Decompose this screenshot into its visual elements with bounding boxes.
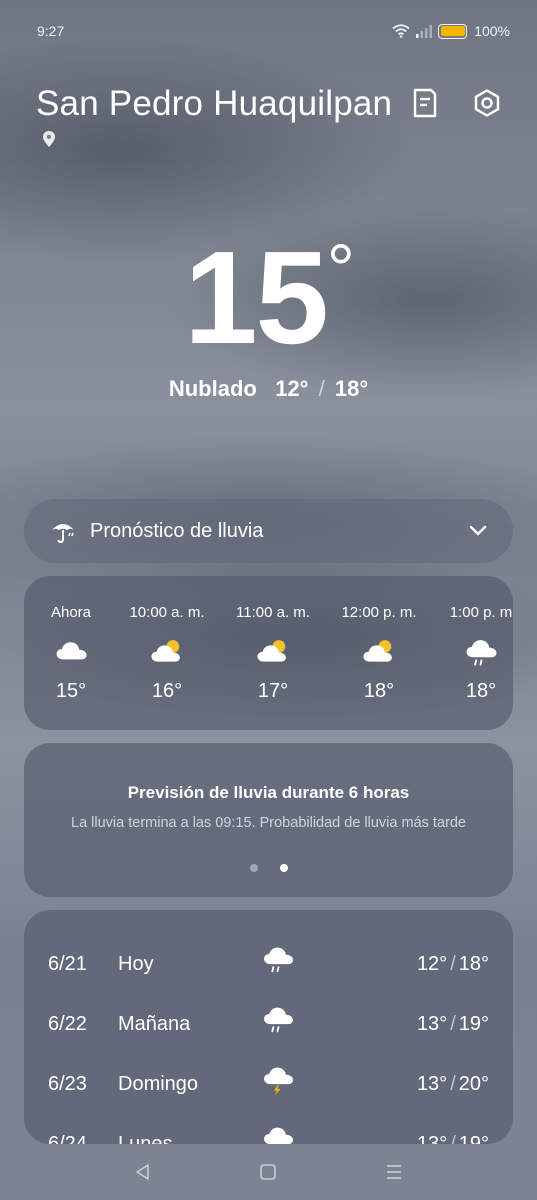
thunderstorm-icon <box>262 1065 294 1102</box>
day-low: 13° <box>416 1013 448 1035</box>
degree-symbol: ° <box>326 230 355 308</box>
battery-percent: 100% <box>474 23 510 39</box>
temp-separator: / <box>450 1073 456 1095</box>
current-temp-value: 15 <box>184 224 329 371</box>
daily-row[interactable]: 6/23 Domingo 13°/20° <box>24 1065 513 1105</box>
recents-icon[interactable] <box>385 1163 403 1181</box>
hour-time: 1:00 p. m <box>449 604 513 621</box>
hour-time: 11:00 a. m. <box>236 604 310 621</box>
current-temperature: 15° <box>0 232 537 364</box>
page-dot-2[interactable] <box>279 864 288 872</box>
hour-time: Ahora <box>50 604 92 621</box>
signal-icon <box>416 25 433 38</box>
rain-cloud-icon <box>262 1005 294 1042</box>
partly-cloudy-icon <box>122 638 212 670</box>
day-high: 20° <box>458 1073 489 1095</box>
hour-temp: 17° <box>257 680 289 702</box>
hourly-forecast-card[interactable]: Ahora 15° 10:00 a. m. 16° 11:00 a. m. 17° 12:0… <box>24 576 513 730</box>
city-name[interactable]: San Pedro Huaquilpan <box>36 84 392 124</box>
location-pin-icon <box>43 131 55 147</box>
daily-forecast-card[interactable]: 6/21 Hoy 12°/18° 6/22 Mañana 13°/19° 6/23 Domin… <box>24 910 513 1144</box>
day-high: 19° <box>458 1013 489 1035</box>
rain-forecast-label: Pronóstico de lluvia <box>90 519 264 542</box>
settings-button[interactable] <box>470 86 504 120</box>
hour-temp: 16° <box>151 680 183 702</box>
day-temps: 13°/20° <box>417 1073 489 1096</box>
day-low: 12° <box>416 953 448 975</box>
hour-time: 10:00 a. m. <box>129 604 205 621</box>
daily-row[interactable]: 6/22 Mañana 13°/19° <box>24 1005 513 1045</box>
daily-row[interactable]: 6/21 Hoy 12°/18° <box>24 945 513 985</box>
day-date: 6/21 <box>48 953 87 975</box>
temp-separator: / <box>318 376 325 401</box>
cloud-icon <box>26 638 116 670</box>
day-name: Mañana <box>118 1013 191 1035</box>
condition-text: Nublado <box>168 376 257 401</box>
day-low: 13° <box>416 1073 448 1095</box>
day-date: 6/22 <box>48 1013 87 1035</box>
day-temps: 13°/19° <box>417 1013 489 1036</box>
rain-forecast-card[interactable]: Previsión de lluvia durante 6 horas La l… <box>24 743 513 897</box>
status-bar: 9:27 100% <box>0 0 537 62</box>
temp-separator: / <box>450 1133 456 1144</box>
hour-time: 12:00 p. m. <box>341 604 417 621</box>
navigation-bar <box>0 1144 537 1200</box>
rain-cloud-icon <box>262 1125 294 1144</box>
day-name: Lunes <box>118 1133 173 1144</box>
partly-cloudy-icon <box>228 638 318 670</box>
page-dot-1[interactable] <box>249 864 258 872</box>
high-temp: 18° <box>334 376 369 401</box>
battery-icon <box>438 23 468 39</box>
list-icon <box>413 88 437 118</box>
hour-temp: 18° <box>363 680 395 702</box>
chevron-down-icon <box>469 525 487 536</box>
day-high: 19° <box>458 1133 489 1144</box>
rain-forecast-text: La lluvia termina a las 09:15. Probabili… <box>71 815 466 831</box>
day-temps: 12°/18° <box>417 953 489 976</box>
day-low: 13° <box>416 1133 448 1144</box>
day-name: Domingo <box>118 1073 199 1095</box>
day-high: 18° <box>458 953 489 975</box>
day-name: Hoy <box>118 953 154 975</box>
day-date: 6/23 <box>48 1073 87 1095</box>
partly-cloudy-icon <box>334 638 424 670</box>
temp-separator: / <box>450 1013 456 1035</box>
wifi-icon <box>392 24 410 38</box>
home-icon[interactable] <box>259 1163 277 1181</box>
settings-icon <box>474 89 500 117</box>
hour-temp: 15° <box>55 680 87 702</box>
current-summary: Nublado 12° / 18° <box>0 376 537 402</box>
temp-separator: / <box>450 953 456 975</box>
low-temp: 12° <box>275 376 309 401</box>
battery-level <box>440 26 465 36</box>
rain-forecast-toggle[interactable]: Pronóstico de lluvia <box>24 499 513 563</box>
daily-row[interactable]: 6/24 Lunes 13°/19° <box>24 1125 513 1144</box>
status-icons: 100% <box>392 22 510 40</box>
back-icon[interactable] <box>134 1163 152 1181</box>
day-temps: 13°/19° <box>417 1133 489 1144</box>
day-date: 6/24 <box>48 1133 87 1144</box>
rain-cloud-icon <box>436 638 513 670</box>
status-time: 9:27 <box>37 23 65 39</box>
rain-forecast-title: Previsión de lluvia durante 6 horas <box>127 783 410 802</box>
umbrella-icon <box>52 524 74 544</box>
hour-temp: 18° <box>465 680 497 702</box>
rain-cloud-icon <box>262 945 294 982</box>
page-indicator[interactable] <box>24 864 513 872</box>
city-list-button[interactable] <box>408 86 442 120</box>
